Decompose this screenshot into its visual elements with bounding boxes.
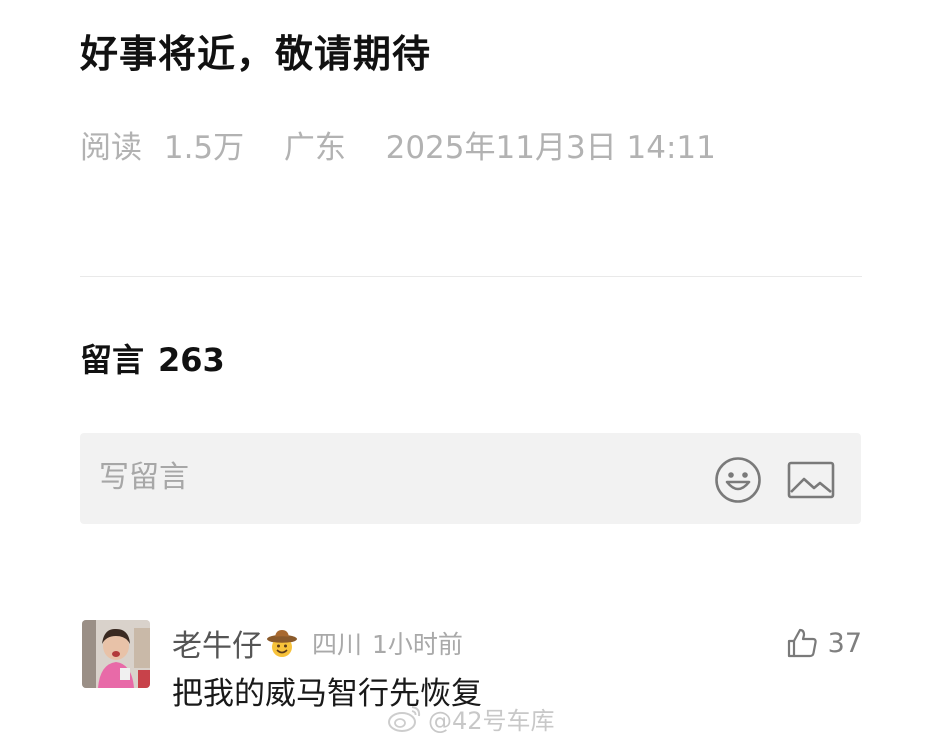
like-button[interactable]: 37 <box>786 621 862 665</box>
publish-location: 广东 <box>283 130 346 166</box>
comment-header: 老牛仔 四川 1小时前 <box>172 621 463 665</box>
watermark-text: @42号车库 <box>428 706 555 735</box>
watermark: @42号车库 <box>386 700 555 736</box>
avatar[interactable] <box>82 620 150 688</box>
article-title: 好事将近，敬请期待 <box>80 32 432 76</box>
image-picture-icon[interactable] <box>787 460 835 500</box>
weibo-logo-icon <box>388 706 421 732</box>
reads-label: 阅读 <box>80 130 142 166</box>
comment-time: 1小时前 <box>372 630 463 659</box>
comments-heading: 留言 263 <box>80 338 225 382</box>
smiley-face-icon[interactable] <box>714 456 762 504</box>
comments-count: 263 <box>158 341 225 379</box>
comment-region: 四川 <box>312 630 363 659</box>
reads-count: 1.5万 <box>163 130 245 166</box>
publish-datetime: 2025年11月3日 14:11 <box>385 130 716 166</box>
section-divider <box>80 276 862 277</box>
cowboy-emoji-icon <box>267 630 297 657</box>
thumbs-up-icon[interactable] <box>786 627 818 659</box>
article-meta: 阅读 1.5万 广东 2025年11月3日 14:11 <box>80 126 716 170</box>
write-comment-placeholder[interactable]: 写留言 <box>99 457 189 499</box>
write-comment-box[interactable]: 写留言 <box>80 433 861 524</box>
comments-heading-label: 留言 <box>80 341 145 379</box>
like-count: 37 <box>827 627 862 659</box>
comment-user-name[interactable]: 老牛仔 <box>172 621 262 665</box>
